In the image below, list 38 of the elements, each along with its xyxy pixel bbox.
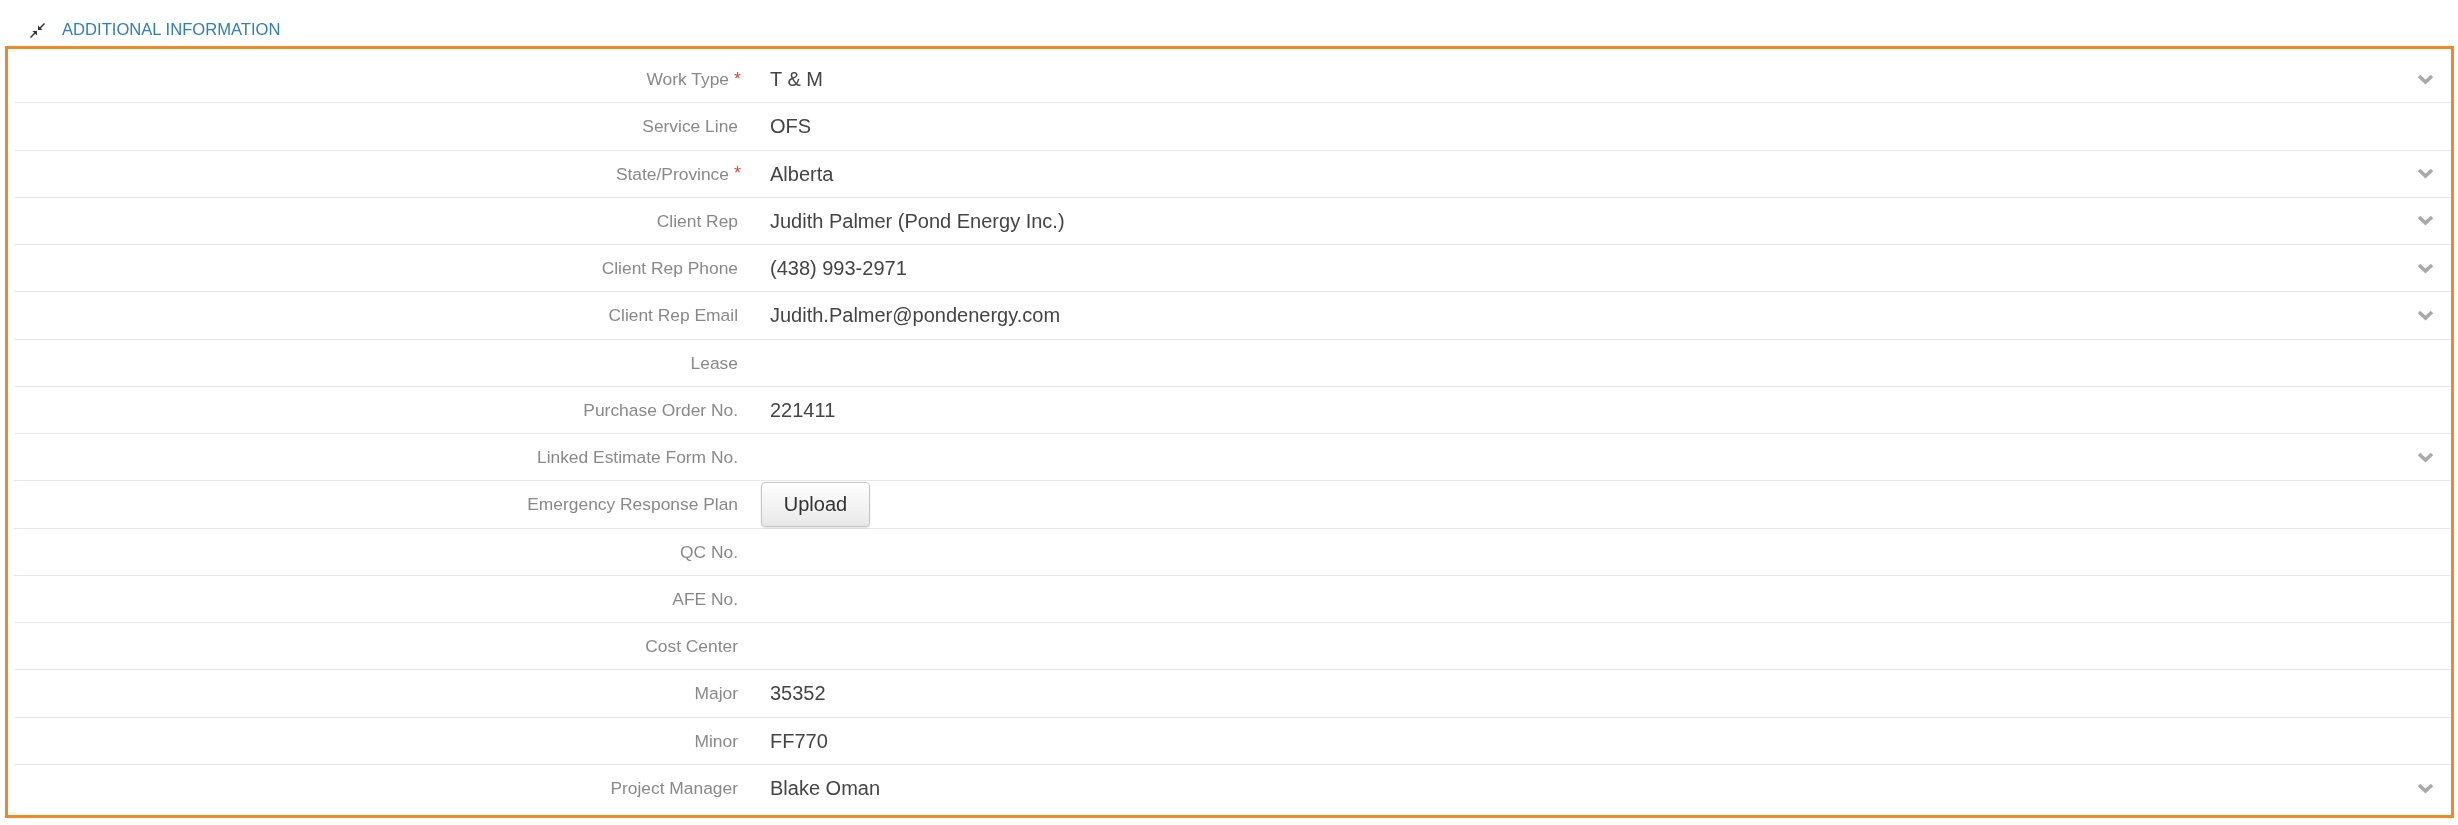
field-label: Work Type <box>646 68 729 92</box>
dropdown[interactable]: (438) 993-2971 <box>770 245 2451 292</box>
field-label: Linked Estimate Form No. <box>536 446 738 470</box>
dropdown[interactable]: T & M <box>770 56 2451 103</box>
field-label: Client Rep Phone <box>601 257 738 281</box>
chevron-down-icon <box>2417 309 2434 321</box>
chevron-down-icon <box>2417 73 2434 85</box>
field-label: QC No. <box>680 540 738 564</box>
field-label: Client Rep <box>656 209 738 233</box>
chevron-down-icon <box>2417 782 2434 794</box>
field-label: Service Line <box>642 115 738 139</box>
chevron-down-icon <box>2417 262 2434 274</box>
required-mark: * <box>734 162 741 186</box>
chevron-down-icon <box>2417 168 2434 180</box>
dropdown[interactable]: Judith.Palmer@pondenergy.com <box>770 292 2451 339</box>
section-title[interactable]: ADDITIONAL INFORMATION <box>62 17 281 43</box>
field-label: Cost Center <box>645 635 738 659</box>
field-value: 221411 <box>770 397 836 423</box>
compress-arrows-icon[interactable] <box>30 22 45 38</box>
field-label: Minor <box>694 729 738 753</box>
field-label: Major <box>694 682 738 706</box>
field-label: Client Rep Email <box>608 304 738 328</box>
field-label: State/Province <box>615 162 729 186</box>
field-label: Project Manager <box>610 777 738 801</box>
field-value: 35352 <box>770 681 826 707</box>
required-mark: * <box>734 67 741 91</box>
field-label: Purchase Order No. <box>583 398 738 422</box>
chevron-down-icon <box>2417 215 2434 227</box>
field-label: Lease <box>690 351 738 375</box>
field-value: OFS <box>770 114 812 140</box>
dropdown[interactable]: Judith Palmer (Pond Energy Inc.) <box>770 197 2451 244</box>
dropdown[interactable]: Blake Oman <box>770 764 2451 812</box>
field-label: Emergency Response Plan <box>527 493 738 517</box>
field-label: AFE No. <box>672 587 738 611</box>
dropdown[interactable]: Alberta <box>770 150 2451 197</box>
upload-button[interactable]: Upload <box>761 481 870 527</box>
field-value: FF770 <box>770 728 828 754</box>
chevron-down-icon <box>2417 451 2434 463</box>
